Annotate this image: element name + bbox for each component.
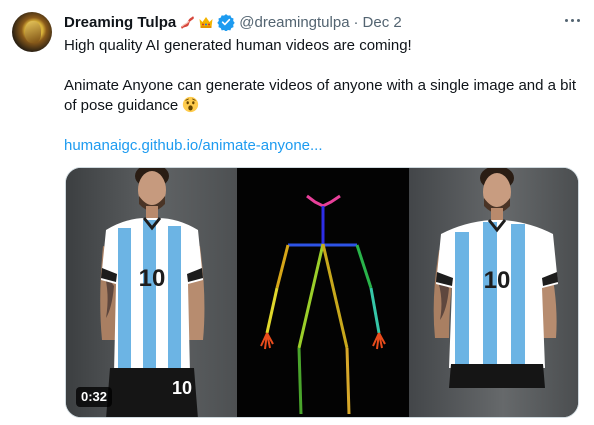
jersey-number: 10	[139, 265, 166, 292]
bacon-emoji-icon	[181, 16, 195, 29]
pose-skeleton-panel	[237, 168, 409, 417]
more-dot-icon	[564, 18, 568, 22]
tweet-line-2: Animate Anyone can generate videos of an…	[64, 76, 584, 116]
display-name[interactable]: Dreaming Tulpa	[64, 14, 176, 31]
tweet[interactable]: Dreaming Tulpa @dreamingtulpa · Dec 2 Hi…	[0, 0, 594, 425]
tweet-line-2-text: Animate Anyone can generate videos of an…	[64, 77, 577, 114]
verified-badge-icon	[217, 14, 235, 31]
video-duration-badge: 0:32	[76, 387, 113, 407]
crown-emoji-icon	[199, 17, 213, 28]
tweet-link-line: humanaigc.github.io/animate-anyone...	[64, 136, 323, 156]
player-generated-figure: 10	[433, 168, 558, 388]
right-hand-keypoints	[372, 332, 386, 350]
tweet-date[interactable]: Dec 2	[363, 14, 402, 31]
video-player[interactable]: 10 10 10 0:32	[65, 167, 579, 418]
more-dot-icon	[576, 18, 580, 22]
reference-photo-panel: 10 10	[66, 168, 237, 417]
left-hand-keypoints	[260, 332, 274, 350]
shorts-number: 10	[172, 378, 192, 398]
avatar[interactable]	[12, 12, 52, 52]
avatar-face	[25, 21, 41, 43]
author-handle[interactable]: @dreamingtulpa	[239, 14, 349, 31]
tweet-header: Dreaming Tulpa @dreamingtulpa · Dec 2	[64, 12, 584, 32]
more-options-button[interactable]	[560, 8, 584, 32]
pose-skeleton	[260, 194, 386, 415]
tweet-line-1: High quality AI generated human videos a…	[64, 37, 412, 54]
separator-dot: ·	[353, 13, 359, 31]
external-link[interactable]: humanaigc.github.io/animate-anyone...	[64, 137, 323, 154]
jersey-number: 10	[484, 267, 511, 294]
player-reference-figure: 10 10	[100, 168, 205, 417]
more-dot-icon	[570, 18, 574, 22]
astonished-face-emoji-icon	[183, 96, 199, 113]
generated-frame-panel: 10	[409, 168, 578, 417]
